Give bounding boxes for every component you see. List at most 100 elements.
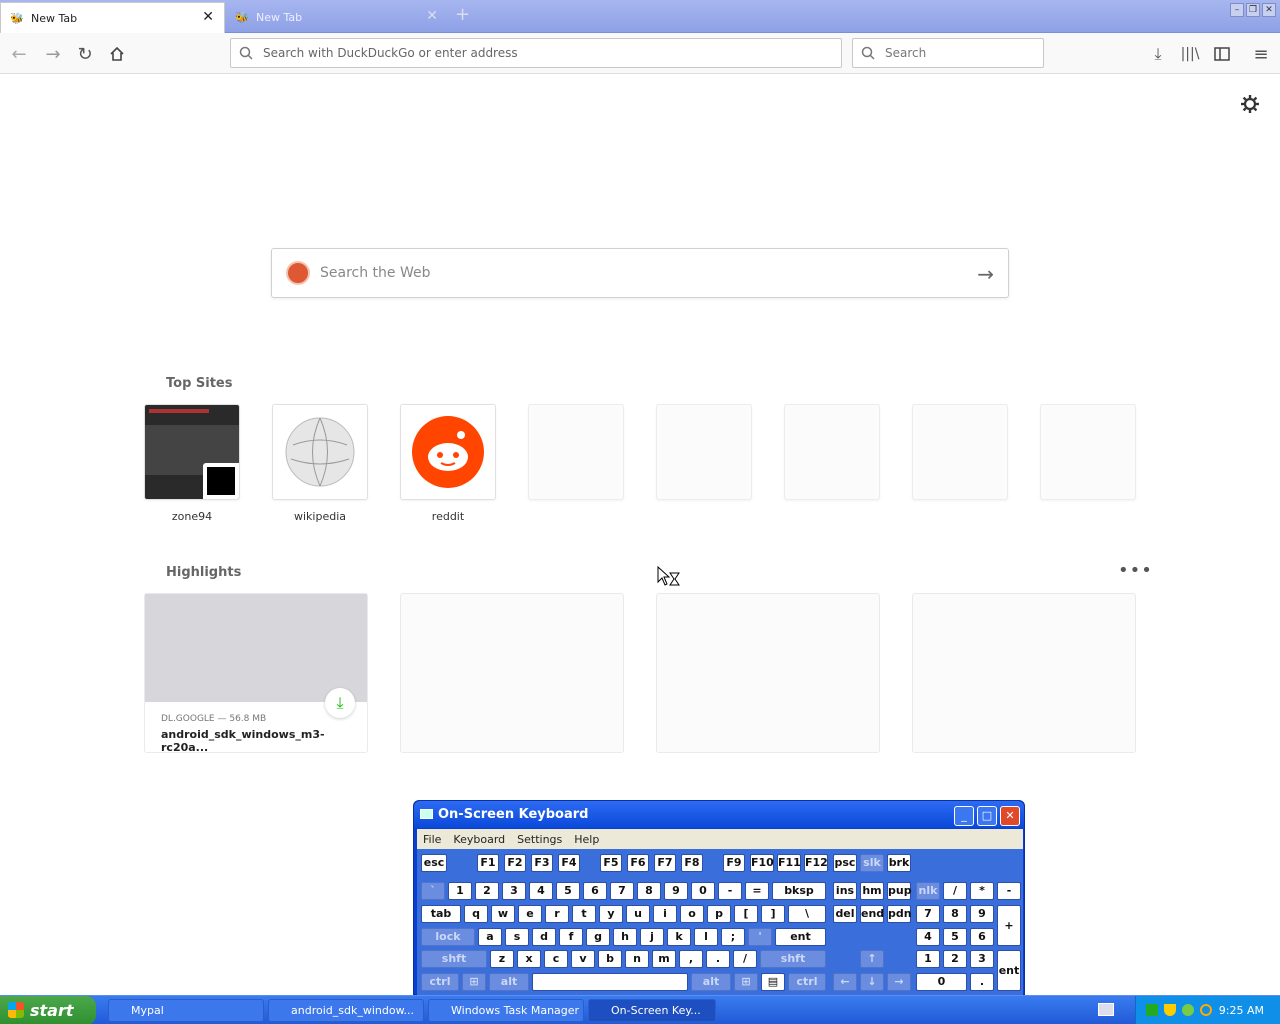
osk-title-bar[interactable]: On-Screen Keyboard (414, 801, 1024, 828)
tab-new-tab-active[interactable]: 🐝 New Tab ✕ (0, 2, 225, 33)
osk-key[interactable]: ent (997, 950, 1021, 991)
osk-menu-keyboard[interactable]: Keyboard (453, 833, 505, 846)
osk-key[interactable]: n (625, 950, 649, 968)
osk-key[interactable]: 6 (970, 928, 994, 946)
osk-up-arrow-icon[interactable]: ↑ (860, 950, 884, 968)
osk-menu-settings[interactable]: Settings (517, 833, 562, 846)
osk-key[interactable]: F3 (531, 854, 553, 872)
search-go-arrow-icon[interactable]: → (977, 262, 994, 286)
osk-key[interactable]: + (997, 905, 1021, 946)
osk-key[interactable]: / (733, 950, 757, 968)
osk-key[interactable]: 4 (916, 928, 940, 946)
osk-key[interactable]: del (833, 905, 857, 923)
osk-key[interactable]: c (544, 950, 568, 968)
osk-key[interactable]: pdn (887, 905, 912, 923)
close-tab-icon[interactable]: ✕ (426, 9, 438, 23)
top-site-tile-empty[interactable] (912, 404, 1008, 500)
osk-minimize-icon[interactable]: _ (954, 806, 974, 826)
osk-key[interactable]: t (572, 905, 596, 923)
url-bar[interactable]: Search with DuckDuckGo or enter address (230, 38, 842, 68)
osk-key[interactable]: d (532, 928, 556, 946)
osk-key[interactable]: e (518, 905, 542, 923)
osk-key[interactable]: 5 (556, 882, 580, 900)
web-search-box[interactable]: Search the Web → (271, 248, 1009, 298)
more-options-icon[interactable]: ••• (1118, 560, 1153, 581)
osk-down-arrow-icon[interactable]: ↓ (860, 973, 884, 991)
top-site-tile-wikipedia[interactable] (272, 404, 368, 500)
osk-menu-help[interactable]: Help (574, 833, 599, 846)
osk-key[interactable]: w (491, 905, 515, 923)
osk-menu-key-icon[interactable]: ▤ (761, 973, 785, 991)
osk-key[interactable]: slk (860, 854, 884, 872)
osk-key[interactable]: ] (761, 905, 785, 923)
tray-icon[interactable] (1182, 1004, 1194, 1016)
osk-key[interactable]: - (997, 882, 1021, 900)
osk-key[interactable]: F9 (723, 854, 745, 872)
osk-key[interactable]: 2 (475, 882, 499, 900)
osk-key[interactable]: v (571, 950, 595, 968)
osk-key[interactable]: psc (833, 854, 857, 872)
osk-key[interactable]: shft (760, 950, 826, 968)
taskbar-button-task-manager[interactable]: Windows Task Manager (428, 999, 584, 1022)
osk-key[interactable]: F11 (777, 854, 801, 872)
osk-key[interactable]: k (667, 928, 691, 946)
gear-icon[interactable] (1240, 94, 1260, 114)
osk-key[interactable]: bksp (772, 882, 826, 900)
osk-key[interactable]: F6 (627, 854, 649, 872)
osk-key[interactable]: F8 (681, 854, 703, 872)
osk-key[interactable]: ctrl (788, 973, 826, 991)
osk-key[interactable]: F5 (600, 854, 622, 872)
top-site-tile-empty[interactable] (656, 404, 752, 500)
osk-key[interactable]: . (970, 973, 994, 991)
osk-menu-file[interactable]: File (423, 833, 441, 846)
osk-key[interactable]: 4 (529, 882, 553, 900)
library-icon[interactable]: |||\ (1179, 43, 1201, 65)
osk-key[interactable]: 9 (664, 882, 688, 900)
osk-right-arrow-icon[interactable]: → (887, 973, 911, 991)
highlight-card-download[interactable]: ⤓ DL.GOOGLE — 56.8 MB android_sdk_window… (144, 593, 368, 754)
osk-key[interactable]: / (943, 882, 967, 900)
osk-key[interactable]: F1 (477, 854, 499, 872)
osk-key[interactable]: lock (421, 928, 475, 946)
osk-key[interactable]: h (613, 928, 637, 946)
osk-key[interactable]: F10 (750, 854, 774, 872)
sidebar-icon[interactable] (1211, 43, 1233, 65)
top-site-tile-empty[interactable] (1040, 404, 1136, 500)
top-site-tile-empty[interactable] (784, 404, 880, 500)
osk-key[interactable]: ' (748, 928, 772, 946)
osk-key[interactable]: alt (489, 973, 529, 991)
osk-key[interactable]: y (599, 905, 623, 923)
osk-key[interactable]: m (652, 950, 676, 968)
taskbar-button-android-sdk[interactable]: android_sdk_window... (268, 999, 424, 1022)
downloads-icon[interactable]: ⤓ (1147, 43, 1169, 65)
osk-key[interactable]: 0 (691, 882, 715, 900)
osk-key[interactable]: nlk (916, 882, 940, 900)
osk-key[interactable]: 3 (970, 950, 994, 968)
start-button[interactable]: start (0, 996, 96, 1024)
osk-key[interactable]: alt (691, 973, 731, 991)
osk-key[interactable]: j (640, 928, 664, 946)
osk-key[interactable]: 2 (943, 950, 967, 968)
keyboard-tray-icon[interactable] (1098, 1003, 1114, 1016)
osk-key[interactable]: g (586, 928, 610, 946)
new-tab-plus-icon[interactable]: + (455, 6, 470, 24)
top-site-tile-empty[interactable] (528, 404, 624, 500)
osk-key[interactable]: 1 (448, 882, 472, 900)
osk-key[interactable]: shft (421, 950, 487, 968)
top-site-tile-reddit[interactable] (400, 404, 496, 500)
taskbar-button-osk[interactable]: On-Screen Key... (588, 999, 716, 1022)
close-window-icon[interactable]: ✕ (1262, 3, 1276, 17)
osk-key[interactable]: 7 (610, 882, 634, 900)
osk-key[interactable]: ent (775, 928, 826, 946)
osk-close-icon[interactable]: ✕ (1000, 806, 1020, 826)
back-arrow-icon[interactable]: ← (8, 43, 30, 65)
osk-key[interactable]: ` (421, 882, 445, 900)
osk-key[interactable]: 6 (583, 882, 607, 900)
osk-key[interactable]: 8 (943, 905, 967, 923)
security-shield-icon[interactable] (1164, 1004, 1176, 1016)
osk-key[interactable]: , (679, 950, 703, 968)
tab-new-tab[interactable]: 🐝 New Tab ✕ (226, 2, 448, 33)
osk-key[interactable]: F7 (654, 854, 676, 872)
osk-key[interactable]: F4 (558, 854, 580, 872)
osk-key[interactable]: \ (788, 905, 826, 923)
